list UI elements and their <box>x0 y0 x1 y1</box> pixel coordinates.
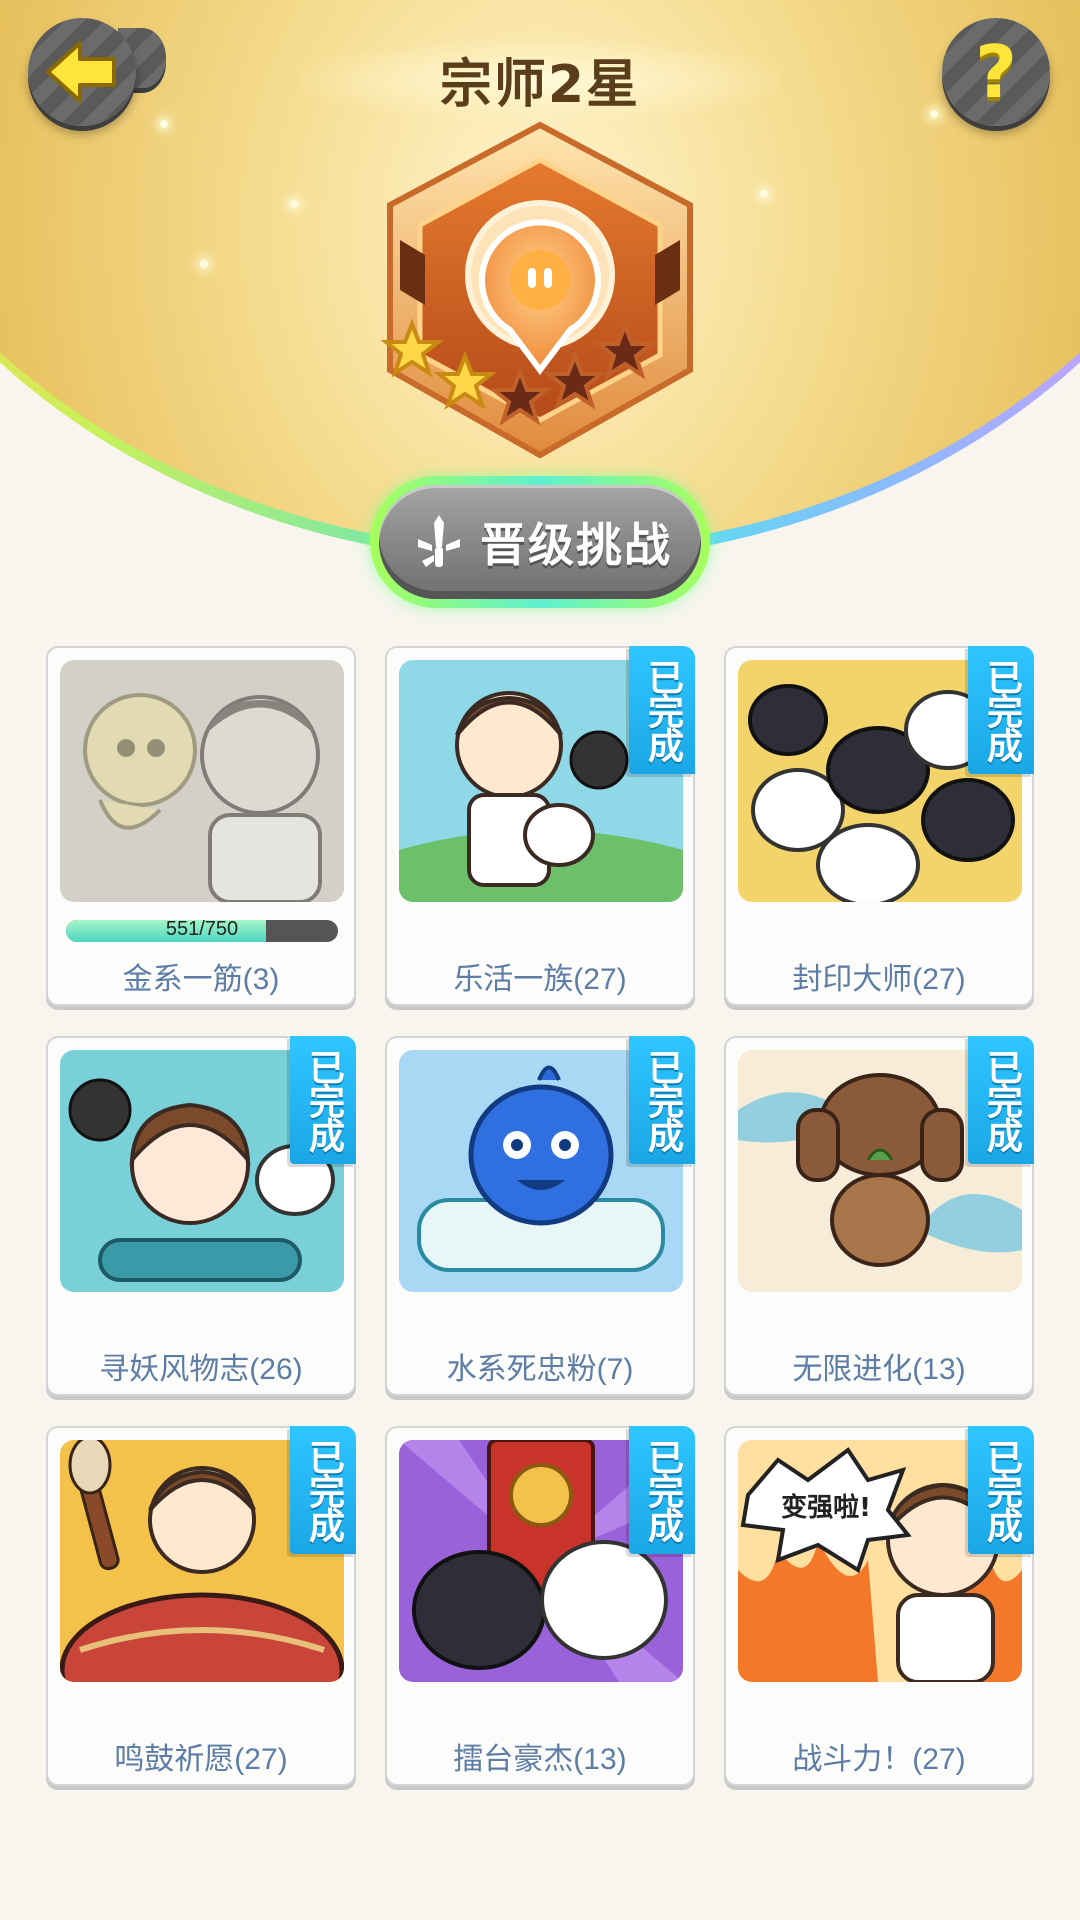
achievement-label: 金系一筋(3) <box>122 963 280 996</box>
sparkle <box>760 190 768 198</box>
achievement-card[interactable]: 已完成 乐活一族(27) <box>385 646 695 1006</box>
achievement-label: 鸣鼓祈愿(27) <box>114 1743 288 1776</box>
achievement-label: 擂台豪杰(13) <box>453 1743 627 1776</box>
achievement-card[interactable]: 变强啦! 已完成 战斗力！(27) <box>724 1426 1034 1786</box>
help-button[interactable]: ? <box>942 18 1050 126</box>
achievement-card[interactable]: 已完成 鸣鼓祈愿(27) <box>46 1426 356 1786</box>
completed-tag: 已完成 <box>629 1426 695 1554</box>
progress-text: 551/750 <box>165 920 239 940</box>
completed-tag: 已完成 <box>629 1036 695 1164</box>
completed-tag: 已完成 <box>968 646 1034 774</box>
achievement-card[interactable]: 已完成 擂台豪杰(13) <box>385 1426 695 1786</box>
achievement-image <box>60 660 344 902</box>
completed-tag: 已完成 <box>290 1036 356 1164</box>
achievement-label: 乐活一族(27) <box>453 963 627 996</box>
back-button[interactable] <box>28 18 136 126</box>
achievement-label: 寻妖风物志(26) <box>99 1353 303 1386</box>
achievement-card[interactable]: 551/750 金系一筋(3) <box>46 646 356 1006</box>
sparkle <box>200 260 208 268</box>
achievement-card[interactable]: 已完成 无限进化(13) <box>724 1036 1034 1396</box>
achievement-label: 无限进化(13) <box>792 1353 966 1386</box>
achievement-progress-bar: 551/750 <box>66 920 338 942</box>
achievement-grid: 551/750 金系一筋(3) 已完成 乐活一族(27) 已完成 封印大师(27… <box>46 646 1034 1786</box>
speech-text: 变强啦! <box>781 1492 871 1523</box>
achievement-card[interactable]: 已完成 水系死忠粉(7) <box>385 1036 695 1396</box>
achievement-label: 封印大师(27) <box>792 963 966 996</box>
promote-challenge-inner[interactable]: 晋级挑战 <box>379 485 701 599</box>
sparkle <box>290 200 298 208</box>
sparkle <box>160 120 168 128</box>
completed-tag: 已完成 <box>290 1426 356 1554</box>
back-arrow-icon <box>46 41 116 103</box>
completed-tag: 已完成 <box>968 1036 1034 1164</box>
completed-tag: 已完成 <box>968 1426 1034 1554</box>
sword-icon <box>418 515 460 567</box>
achievement-label: 水系死忠粉(7) <box>446 1353 634 1386</box>
promote-challenge-label: 晋级挑战 <box>480 518 672 572</box>
completed-tag: 已完成 <box>629 646 695 774</box>
achievement-card[interactable]: 已完成 封印大师(27) <box>724 646 1034 1006</box>
question-icon: ? <box>975 30 1017 114</box>
promote-challenge-button[interactable]: 晋级挑战 <box>370 476 710 608</box>
rank-badge <box>380 121 693 459</box>
achievement-label: 战斗力！(27) <box>792 1743 966 1776</box>
achievement-card[interactable]: 已完成 寻妖风物志(26) <box>46 1036 356 1396</box>
